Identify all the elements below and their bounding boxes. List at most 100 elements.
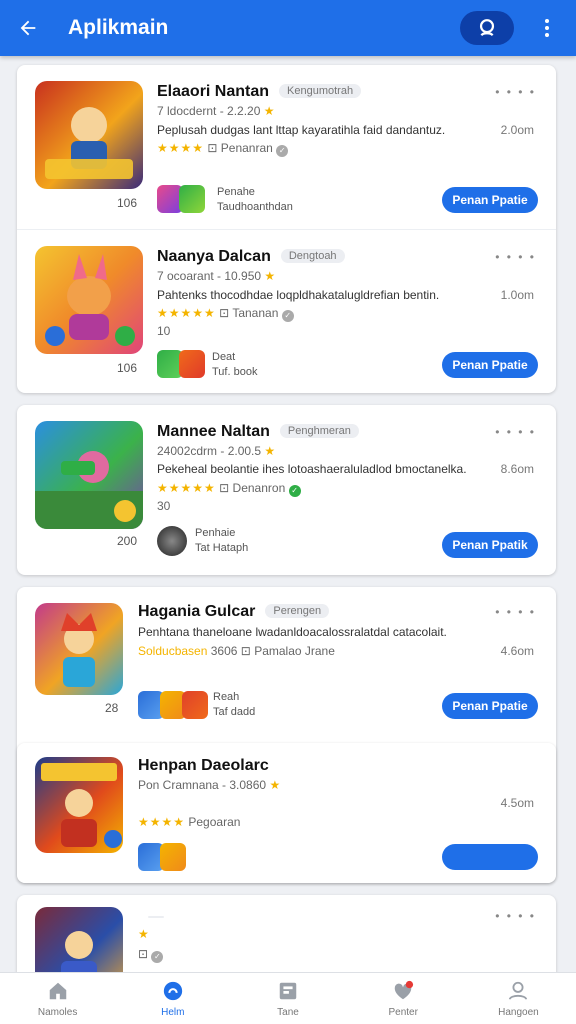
verified-icon: ✓ bbox=[276, 145, 289, 157]
app-meta: Pon Cramnana - 3.0860 ★ bbox=[138, 778, 281, 792]
install-button[interactable]: Penan Ppatie bbox=[442, 187, 538, 213]
developer-info: Penhaie Tat Hataph bbox=[195, 527, 249, 554]
app-size: 2.0om bbox=[500, 123, 534, 137]
verified-icon: ✓ bbox=[288, 485, 301, 497]
app-icon[interactable] bbox=[35, 81, 143, 189]
related-icons bbox=[157, 350, 205, 378]
star-icon: ★ bbox=[138, 927, 149, 941]
app-rating: Solducbasen 3606 ⊡ Pamalao Jrane bbox=[138, 644, 335, 658]
app-icon[interactable] bbox=[35, 907, 123, 972]
related-icons bbox=[138, 691, 208, 719]
more-vertical-icon[interactable] bbox=[532, 19, 562, 37]
bottom-navigation: Namoles Helm Tane Penter Hangoen bbox=[0, 972, 576, 1024]
app-card: 106 Elaaori Nantan Kengumotrah • • • • 7 … bbox=[17, 65, 556, 393]
app-name: Naanya Dalcan Dengtoah bbox=[157, 248, 345, 266]
app-meta: 7 ldocdernt - 2.2.20 ★ bbox=[157, 104, 275, 118]
app-description: Pahtenks thocodhdae loqpldhakatalugldref… bbox=[157, 288, 440, 302]
install-button[interactable]: Penan Ppatik bbox=[442, 532, 538, 558]
related-icons bbox=[157, 526, 187, 556]
rating-icon: ⊡ bbox=[138, 947, 149, 961]
profile-icon bbox=[509, 981, 528, 1000]
nav-item-home[interactable]: Namoles bbox=[0, 973, 115, 1024]
app-meta: 24002cdrm - 2.00.5 ★ bbox=[157, 444, 276, 458]
install-button[interactable]: Penan Ppatie bbox=[442, 693, 538, 719]
home-icon bbox=[49, 982, 66, 999]
developer-info: Reah Taf dadd bbox=[213, 691, 256, 718]
app-rating: ★★★★★ ⊡ Tananan ✓ bbox=[157, 306, 294, 322]
icon-count: 106 bbox=[117, 361, 138, 375]
app-meta: 7 ocoarant - 10.950 ★ bbox=[157, 269, 276, 283]
search-button[interactable] bbox=[460, 11, 514, 45]
arrow-left-icon bbox=[20, 20, 36, 36]
app-icon[interactable] bbox=[35, 421, 143, 529]
category-tag: Penghmeran bbox=[279, 424, 359, 438]
icon-count: 28 bbox=[105, 701, 119, 715]
developer-info: Deat Tuf. book bbox=[212, 351, 258, 378]
app-size: 1.0om bbox=[500, 288, 534, 302]
rating-icon: ⊡ bbox=[219, 306, 230, 320]
app-card: 200 Mannee Naltan Penghmeran • • • • 2400… bbox=[17, 405, 556, 575]
nav-item-apps[interactable]: Helm bbox=[115, 973, 230, 1024]
more-dots-icon[interactable]: • • • • bbox=[495, 605, 536, 619]
more-dots-icon[interactable]: • • • • bbox=[495, 425, 536, 439]
page-title: Aplikmain bbox=[68, 16, 169, 39]
app-size: 4.5om bbox=[500, 796, 534, 810]
app-icon[interactable] bbox=[35, 757, 123, 853]
app-bar: Aplikmain bbox=[0, 0, 576, 56]
nav-item-library[interactable]: Tane bbox=[230, 973, 345, 1024]
app-rating: ★★★★★ ⊡ Denanron ✓ bbox=[157, 481, 301, 497]
install-button[interactable]: Penan Ppatie bbox=[442, 352, 538, 378]
app-name bbox=[138, 907, 164, 925]
app-card: Henpan Daeolarc Pon Cramnana - 3.0860 ★ … bbox=[17, 743, 556, 883]
app-description: Penhtana thaneloane lwadanldoacalossrala… bbox=[138, 625, 447, 639]
icon-count: 200 bbox=[117, 534, 138, 548]
category-tag: Dengtoah bbox=[280, 249, 345, 263]
nav-item-notifications[interactable]: Penter bbox=[346, 973, 461, 1024]
list-item[interactable]: Henpan Daeolarc Pon Cramnana - 3.0860 ★ … bbox=[17, 743, 556, 883]
list-item[interactable]: 200 Mannee Naltan Penghmeran • • • • 2400… bbox=[17, 405, 556, 569]
library-icon bbox=[279, 982, 297, 999]
app-list: 106 Elaaori Nantan Kengumotrah • • • • 7 … bbox=[0, 56, 576, 972]
apps-icon bbox=[163, 981, 182, 1000]
related-icons bbox=[157, 185, 205, 213]
app-icon[interactable] bbox=[35, 246, 143, 354]
more-dots-icon[interactable]: • • • • bbox=[495, 85, 536, 99]
list-item[interactable]: 28 Hagania Gulcar Perengen • • • • Penhta… bbox=[17, 587, 556, 733]
app-size: 4.6om bbox=[500, 644, 534, 658]
app-extra: 30 bbox=[157, 499, 171, 513]
more-dots-icon[interactable]: • • • • bbox=[495, 909, 536, 923]
category-tag bbox=[148, 916, 164, 918]
app-card: • • • • ★ ⊡ ✓ bbox=[17, 895, 556, 972]
app-name: Henpan Daeolarc bbox=[138, 757, 269, 774]
star-icon: ★ bbox=[264, 269, 276, 283]
star-icon: ★ bbox=[264, 444, 276, 458]
app-description: Pekeheal beolantie ihes lotoashaeralulad… bbox=[157, 462, 467, 476]
search-icon bbox=[479, 19, 495, 37]
nav-item-profile[interactable]: Hangoen bbox=[461, 973, 576, 1024]
category-tag: Perengen bbox=[265, 604, 330, 618]
list-item[interactable]: 106 Naanya Dalcan Dengtoah • • • • 7 ocoa… bbox=[17, 229, 556, 393]
list-item[interactable]: • • • • ★ ⊡ ✓ bbox=[17, 895, 556, 972]
icon-count: 106 bbox=[117, 196, 138, 210]
category-tag: Kengumotrah bbox=[279, 84, 362, 98]
more-dots-icon[interactable]: • • • • bbox=[495, 250, 536, 264]
app-rating: ★★★★ Pegoaran bbox=[138, 815, 241, 829]
star-icon: ★ bbox=[269, 778, 281, 792]
verified-icon: ✓ bbox=[151, 951, 164, 963]
app-name: Mannee Naltan Penghmeran bbox=[157, 423, 359, 441]
rating-icon: ⊡ bbox=[207, 141, 218, 155]
verified-icon: ✓ bbox=[281, 310, 294, 322]
star-icon: ★ bbox=[263, 104, 275, 118]
app-name: Elaaori Nantan Kengumotrah bbox=[157, 83, 362, 101]
list-item[interactable]: 106 Elaaori Nantan Kengumotrah • • • • 7 … bbox=[17, 65, 556, 229]
related-icons bbox=[138, 843, 186, 871]
install-button[interactable] bbox=[442, 844, 538, 870]
notifications-icon bbox=[394, 980, 414, 999]
app-meta: ★ bbox=[138, 927, 149, 941]
app-icon[interactable] bbox=[35, 603, 123, 695]
app-size: 8.6om bbox=[500, 462, 534, 476]
app-rating: ★★★★ ⊡ Penanran ✓ bbox=[157, 141, 289, 157]
developer-info: Penahe Taudhoanthdan bbox=[217, 186, 293, 213]
back-button[interactable] bbox=[0, 0, 56, 56]
app-name: Hagania Gulcar Perengen bbox=[138, 603, 330, 621]
